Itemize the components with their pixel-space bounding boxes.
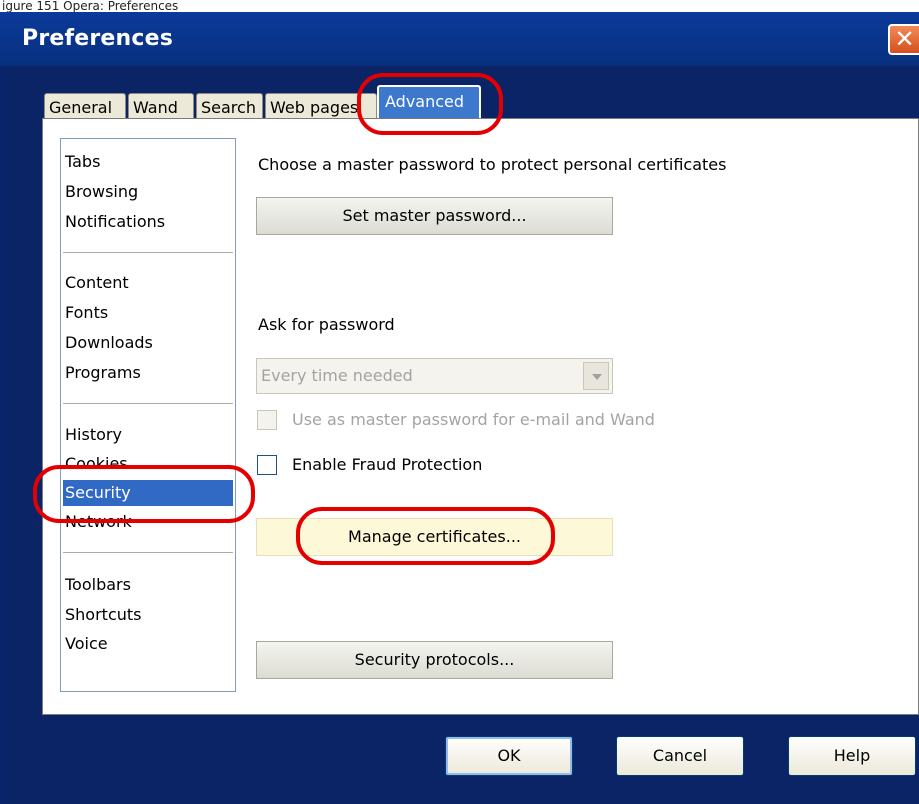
sidebar-item-programs[interactable]: Programs [63,360,233,386]
use-master-password-label: Use as master password for e-mail and Wa… [292,410,655,429]
tab-search[interactable]: Search [196,93,263,121]
sidebar-item-fonts[interactable]: Fonts [63,300,233,326]
sidebar-item-cookies[interactable]: Cookies [63,451,233,477]
sidebar-divider [63,552,233,553]
sidebar-item-network[interactable]: Network [63,509,233,535]
tab-general[interactable]: General [44,93,126,121]
security-protocols-button[interactable]: Security protocols... [256,641,613,679]
sidebar-item-content[interactable]: Content [63,270,233,296]
enable-fraud-protection-label: Enable Fraud Protection [292,455,483,474]
sidebar-item-tabs[interactable]: Tabs [63,149,233,175]
master-password-heading: Choose a master password to protect pers… [258,155,727,174]
manage-certificates-button[interactable]: Manage certificates... [256,518,613,556]
ask-for-password-label: Ask for password [258,315,395,334]
sidebar-item-voice[interactable]: Voice [63,631,233,657]
set-master-password-button[interactable]: Set master password... [256,197,613,235]
ask-for-password-value: Every time needed [261,366,413,385]
sidebar-item-browsing[interactable]: Browsing [63,179,233,205]
sidebar-divider [63,252,233,253]
sidebar-item-shortcuts[interactable]: Shortcuts [63,602,233,628]
sidebar-item-notifications[interactable]: Notifications [63,209,233,235]
ask-for-password-select[interactable]: Every time needed [256,358,613,394]
tab-web-pages[interactable]: Web pages [265,93,377,121]
cancel-button[interactable]: Cancel [616,736,744,776]
sidebar-item-history[interactable]: History [63,422,233,448]
title-bar: Preferences ✕ [0,12,919,66]
sidebar-item-downloads[interactable]: Downloads [63,330,233,356]
ok-button[interactable]: OK [445,736,573,776]
close-icon[interactable]: ✕ [888,24,919,55]
sidebar-item-toolbars[interactable]: Toolbars [63,572,233,598]
window-title: Preferences [22,26,174,51]
tab-advanced[interactable]: Advanced [377,85,481,121]
tab-wand[interactable]: Wand [128,93,194,121]
sidebar: Tabs Browsing Notifications Content Font… [60,138,236,692]
use-master-password-checkbox[interactable] [257,410,277,430]
sidebar-divider [63,403,233,404]
enable-fraud-protection-checkbox[interactable] [257,455,277,475]
help-button[interactable]: Help [788,736,916,776]
sidebar-item-security[interactable]: Security [63,480,233,506]
chevron-down-icon[interactable] [583,362,609,390]
